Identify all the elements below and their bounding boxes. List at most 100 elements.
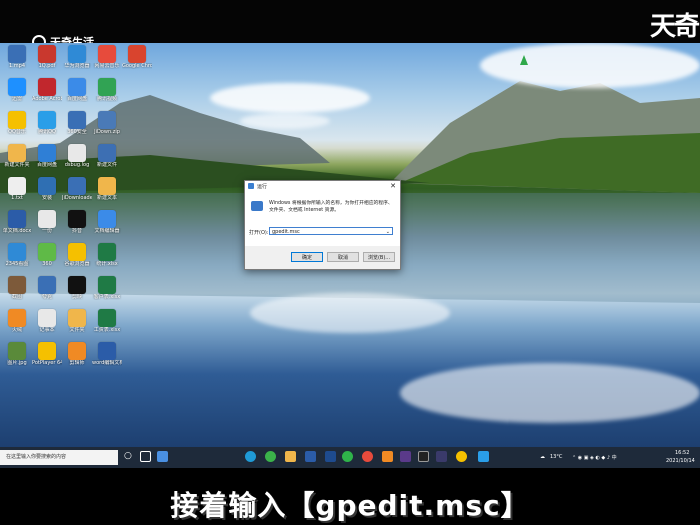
open-input[interactable]: gpedit.msc ⌄ <box>269 227 393 235</box>
desktop-icon-label: 客户表.xlsx <box>93 294 121 300</box>
desktop-icon[interactable]: 1.mp4 <box>2 45 32 69</box>
desktop-icon-label: 工资表.xlsx <box>93 327 121 333</box>
desktop-icon[interactable]: dsbug.log <box>62 144 92 168</box>
desktop-icon[interactable]: 截图 <box>2 276 32 300</box>
app-icon <box>68 342 86 360</box>
desktop-icon[interactable]: 新建文本 <box>92 177 122 201</box>
desktop-icon-label: 文件夹 <box>69 327 85 333</box>
desktop-icon[interactable]: 百度网盘 <box>62 78 92 102</box>
cortana-icon[interactable]: ○ <box>124 451 135 462</box>
wechat-icon[interactable] <box>342 451 353 462</box>
desktop-icon-label: 华为浏览器 <box>64 63 90 69</box>
cloud-reflection <box>400 363 700 423</box>
close-icon[interactable]: ✕ <box>390 182 396 190</box>
desktop-icon-label: JiDown.zip <box>94 129 120 135</box>
desktop-icon[interactable]: 剪辑师 <box>62 342 92 366</box>
app-icon <box>38 309 56 327</box>
app-icon <box>38 111 56 129</box>
desktop-icon[interactable]: 一份 <box>32 210 62 234</box>
desktop-icon-label: 新建文本 <box>96 195 117 201</box>
app-icon <box>98 177 116 195</box>
desktop-icon[interactable]: 客户表.xlsx <box>92 276 122 300</box>
ie-icon[interactable] <box>157 451 168 462</box>
app-icon <box>98 210 116 228</box>
desktop-icon-label: 百度网盘 <box>36 162 57 168</box>
desktop-icon[interactable]: 工资表.xlsx <box>92 309 122 333</box>
desktop-icon-label: 夸克 <box>41 294 52 300</box>
app-icon <box>98 111 116 129</box>
app-icon <box>98 78 116 96</box>
desktop-icon[interactable]: QQ音乐 <box>2 111 32 135</box>
desktop-icon[interactable]: 文件夹 <box>62 309 92 333</box>
ok-button[interactable]: 确定 <box>291 252 323 262</box>
browse-button[interactable]: 浏览(B)... <box>363 252 395 262</box>
app-icon[interactable] <box>418 451 429 462</box>
desktop-icon[interactable]: 新建文件 <box>92 144 122 168</box>
desktop-icon[interactable]: 抖音 <box>62 210 92 234</box>
chrome-icon[interactable] <box>362 451 373 462</box>
browser-icon[interactable] <box>265 451 276 462</box>
tray-icons[interactable]: ⌃ ◉ ▣ ◈ ◐ ◆ ♪ 中 <box>572 454 617 461</box>
desktop-icon[interactable]: JiDownloader <box>62 177 92 201</box>
desktop-icon-label: QQ音乐 <box>8 129 26 135</box>
desktop-icon[interactable]: 记事本 <box>32 309 62 333</box>
desktop-icon[interactable]: 腾讯QQ <box>32 111 62 135</box>
desktop-icon[interactable]: 剪映 <box>62 276 92 300</box>
desktop-icon[interactable]: 安装 <box>32 177 62 201</box>
desktop-icon[interactable]: 360 <box>32 243 62 267</box>
desktop-icon[interactable]: 360安全 <box>62 111 92 135</box>
app-icon <box>98 309 116 327</box>
desktop-icon-label: 剪映 <box>71 294 82 300</box>
app-icon <box>8 243 26 261</box>
word-icon[interactable] <box>305 451 316 462</box>
photoshop-icon[interactable] <box>325 451 336 462</box>
app-icon <box>38 276 56 294</box>
desktop-icon[interactable]: 1.txt <box>2 177 32 201</box>
desktop-icon[interactable]: 百度网盘 <box>32 144 62 168</box>
app-icon <box>8 177 26 195</box>
app-icon[interactable] <box>456 451 467 462</box>
taskbar-search-input[interactable]: 在这里输入你要搜索的内容 <box>0 450 118 465</box>
chevron-down-icon[interactable]: ⌄ <box>386 228 390 236</box>
desktop-icon-label: Google Chrome <box>122 63 152 69</box>
edge-icon[interactable] <box>245 451 256 462</box>
desktop-icon[interactable]: JiDown.zip <box>92 111 122 135</box>
desktop-icon[interactable]: 华为浏览器 <box>62 45 92 69</box>
desktop-icon-label: 图片.jpg <box>7 360 27 366</box>
desktop-icon[interactable]: 文档编辑器 <box>92 210 122 234</box>
task-view-icon[interactable] <box>140 451 151 462</box>
desktop-icon[interactable]: 图片.jpg <box>2 342 32 366</box>
desktop-icon[interactable]: 腾讯视频 <box>92 78 122 102</box>
app-icon[interactable] <box>436 451 447 462</box>
clock-date[interactable]: 2021/10/14 <box>666 458 695 464</box>
desktop-icon[interactable]: word编辑文档.docx <box>92 342 122 366</box>
app-icon <box>68 243 86 261</box>
desktop-icon[interactable]: 夸克 <box>32 276 62 300</box>
app-icon <box>128 45 146 63</box>
desktop-icon[interactable]: PotPlayer 64 bit <box>32 342 62 366</box>
desktop-icon[interactable]: 单文档.docx <box>2 210 32 234</box>
desktop-icon-label: 1.mp4 <box>9 63 25 69</box>
desktop-icon-label: 腾讯QQ <box>38 129 56 135</box>
clock-time[interactable]: 16:52 <box>675 450 689 456</box>
app-icon <box>68 210 86 228</box>
desktop-icon[interactable]: 统计.xlsx <box>92 243 122 267</box>
desktop-icon[interactable]: 迅雷 <box>2 78 32 102</box>
desktop-icon[interactable]: 1Q.pdf <box>32 45 62 69</box>
folder-icon[interactable] <box>285 451 296 462</box>
app-icon[interactable] <box>478 451 489 462</box>
desktop-icon[interactable]: Google Chrome <box>122 45 152 69</box>
desktop-icon[interactable]: Adobe Acrobat <box>32 78 62 102</box>
desktop-icon[interactable]: 2345看图 <box>2 243 32 267</box>
desktop-icon[interactable]: 新建文件夹 <box>2 144 32 168</box>
desktop-icon[interactable]: 谷歌浏览器 <box>62 243 92 267</box>
cloud <box>240 113 330 129</box>
desktop-icon[interactable]: 火绒 <box>2 309 32 333</box>
app-icon <box>38 210 56 228</box>
desktop-icon[interactable]: 网易云音乐 <box>92 45 122 69</box>
app-icon[interactable] <box>382 451 393 462</box>
weather-text: 13°C <box>550 454 563 460</box>
cancel-button[interactable]: 取消 <box>327 252 359 262</box>
desktop-icon-label: 一份 <box>41 228 52 234</box>
premiere-icon[interactable] <box>400 451 411 462</box>
